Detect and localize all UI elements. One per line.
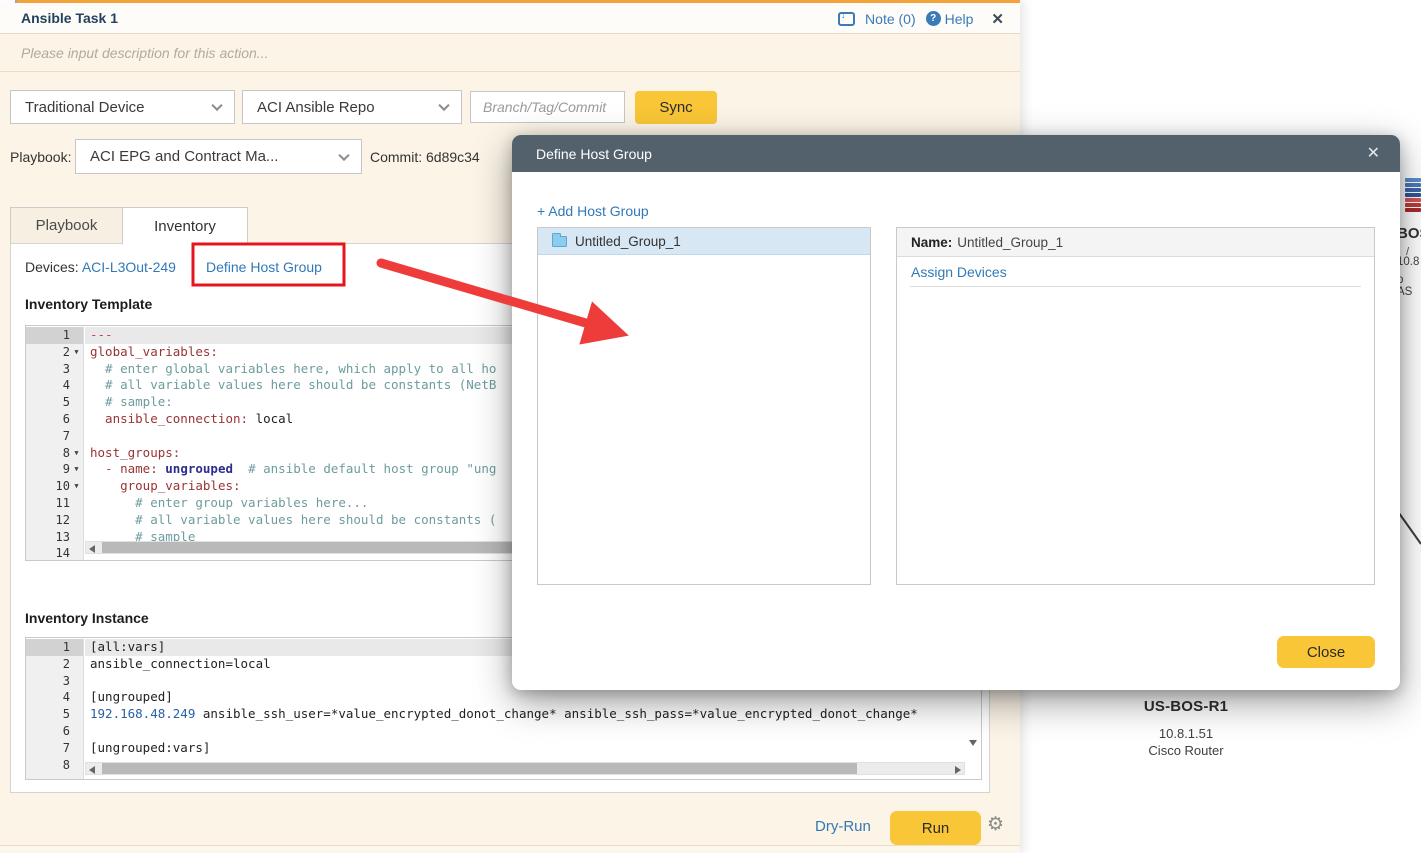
map-as-fragment: p AS (1397, 274, 1421, 298)
dry-run-link[interactable]: Dry-Run (815, 818, 871, 835)
line-number: 1 (26, 639, 83, 656)
line-number: 6 (26, 411, 83, 428)
scroll-left-icon[interactable] (89, 766, 95, 774)
scrollbar-thumb[interactable] (102, 763, 857, 774)
line-number: 7 (26, 428, 83, 445)
code-line: [ungrouped] (85, 689, 981, 706)
line-number: 4 (26, 689, 83, 706)
note-count-link[interactable]: Note (0) (865, 11, 916, 27)
line-number: 1 (26, 327, 83, 344)
scroll-down-icon[interactable] (969, 740, 977, 746)
line-number: 9▼ (26, 461, 83, 478)
device-type-select[interactable]: Traditional Device (10, 90, 235, 124)
description-input[interactable]: Please input description for this action… (21, 45, 268, 61)
name-label: Name: (911, 235, 952, 250)
code-line: [ungrouped:vars] (85, 740, 981, 757)
line-number: 3 (26, 673, 83, 690)
line-number: 8 (26, 757, 83, 774)
folder-icon (552, 236, 567, 247)
run-button[interactable]: Run (890, 811, 981, 845)
map-ip-fragment: 10.8 (1397, 256, 1419, 268)
host-group-name: Untitled_Group_1 (575, 234, 681, 249)
chevron-down-icon (338, 149, 349, 160)
horizontal-scrollbar[interactable] (85, 762, 965, 775)
panel-close-icon[interactable]: ✕ (991, 10, 1004, 28)
branch-placeholder: Branch/Tag/Commit (483, 99, 606, 115)
sync-button[interactable]: Sync (635, 91, 717, 124)
chevron-down-icon (211, 100, 222, 111)
host-group-detail-panel: Name: Untitled_Group_1 Assign Devices (896, 227, 1375, 585)
help-icon[interactable]: ? (926, 11, 941, 26)
host-group-detail-header: Name: Untitled_Group_1 (897, 228, 1374, 257)
line-number: 7 (26, 740, 83, 757)
line-number: 5 (26, 394, 83, 411)
code-line: 192.168.48.249 ansible_ssh_user=*value_e… (85, 706, 981, 723)
map-device-type: Cisco Router (1106, 743, 1266, 758)
code-line (85, 723, 981, 740)
panel-bottom-strip (0, 845, 1020, 853)
help-link[interactable]: Help (945, 11, 974, 27)
line-number: 2 (26, 656, 83, 673)
modal-close-button[interactable]: Close (1277, 636, 1375, 668)
panel-title: Ansible Task 1 (21, 10, 118, 26)
host-group-list: Untitled_Group_1 (537, 227, 871, 585)
modal-title: Define Host Group (536, 146, 652, 162)
fold-arrow-icon[interactable]: ▼ (70, 445, 83, 462)
devices-link[interactable]: ACI-L3Out-249 (82, 259, 176, 275)
tab-playbook[interactable]: Playbook (10, 207, 123, 244)
map-device-stack-icon (1405, 178, 1421, 213)
playbook-label: Playbook: (10, 149, 71, 165)
line-number: 13 (26, 529, 83, 546)
fold-arrow-icon[interactable]: ▼ (70, 461, 83, 478)
repo-select[interactable]: ACI Ansible Repo (242, 90, 462, 124)
fold-arrow-icon[interactable]: ▼ (70, 344, 83, 361)
editor-gutter: 12345678 (26, 639, 84, 779)
line-number: 8▼ (26, 445, 83, 462)
line-number: 2▼ (26, 344, 83, 361)
commit-text: Commit: 6d89c34 (370, 149, 480, 165)
line-number: 6 (26, 723, 83, 740)
modal-close-icon[interactable]: ✕ (1367, 143, 1380, 163)
playbook-value: ACI EPG and Contract Ma... (90, 148, 278, 165)
map-device-name-fragment: BOS (1397, 225, 1421, 242)
scroll-left-icon[interactable] (89, 545, 95, 553)
note-panel-icon[interactable]: ↓ (838, 12, 855, 26)
map-device-name: US-BOS-R1 (1106, 698, 1266, 715)
define-host-group-link[interactable]: Define Host Group (206, 259, 322, 275)
define-host-group-modal: Define Host Group ✕ + Add Host Group Unt… (512, 135, 1400, 690)
name-value: Untitled_Group_1 (957, 235, 1063, 250)
chevron-down-icon (438, 100, 449, 111)
tab-inventory[interactable]: Inventory (122, 207, 248, 245)
add-host-group-link[interactable]: + Add Host Group (537, 203, 649, 219)
editor-gutter: 12▼345678▼9▼10▼11121314 (26, 327, 84, 560)
inventory-instance-heading: Inventory Instance (25, 610, 149, 626)
assign-devices-link[interactable]: Assign Devices (911, 264, 1007, 280)
fold-arrow-icon[interactable]: ▼ (70, 478, 83, 495)
map-device-node[interactable]: US-BOS-R1 10.8.1.51 Cisco Router (1106, 698, 1266, 758)
playbook-select[interactable]: ACI EPG and Contract Ma... (75, 139, 362, 174)
line-number: 4 (26, 377, 83, 394)
branch-tag-commit-input[interactable]: Branch/Tag/Commit (470, 91, 625, 123)
repo-value: ACI Ansible Repo (257, 99, 375, 116)
scroll-right-icon[interactable] (955, 766, 961, 774)
line-number: 11 (26, 495, 83, 512)
map-device-ip: 10.8.1.51 (1106, 726, 1266, 741)
modal-header: Define Host Group ✕ (512, 135, 1400, 172)
devices-label: Devices: (25, 259, 79, 275)
divider (910, 286, 1361, 287)
device-type-value: Traditional Device (25, 99, 145, 116)
line-number: 3 (26, 361, 83, 378)
host-group-list-item[interactable]: Untitled_Group_1 (538, 228, 870, 255)
line-number: 10▼ (26, 478, 83, 495)
devices-row: Devices: ACI-L3Out-249 (25, 259, 176, 275)
description-row: Please input description for this action… (0, 35, 1020, 72)
line-number: 5 (26, 706, 83, 723)
line-number: 12 (26, 512, 83, 529)
panel-header: Ansible Task 1 ↓ Note (0) ? Help ✕ (0, 3, 1020, 34)
inventory-template-heading: Inventory Template (25, 296, 152, 312)
gear-icon[interactable]: ⚙ (987, 813, 1004, 836)
line-number: 14 (26, 545, 83, 561)
screen: BOS / 10.8 p AS US-BOS-R1 10.8.1.51 Cisc… (0, 0, 1421, 853)
